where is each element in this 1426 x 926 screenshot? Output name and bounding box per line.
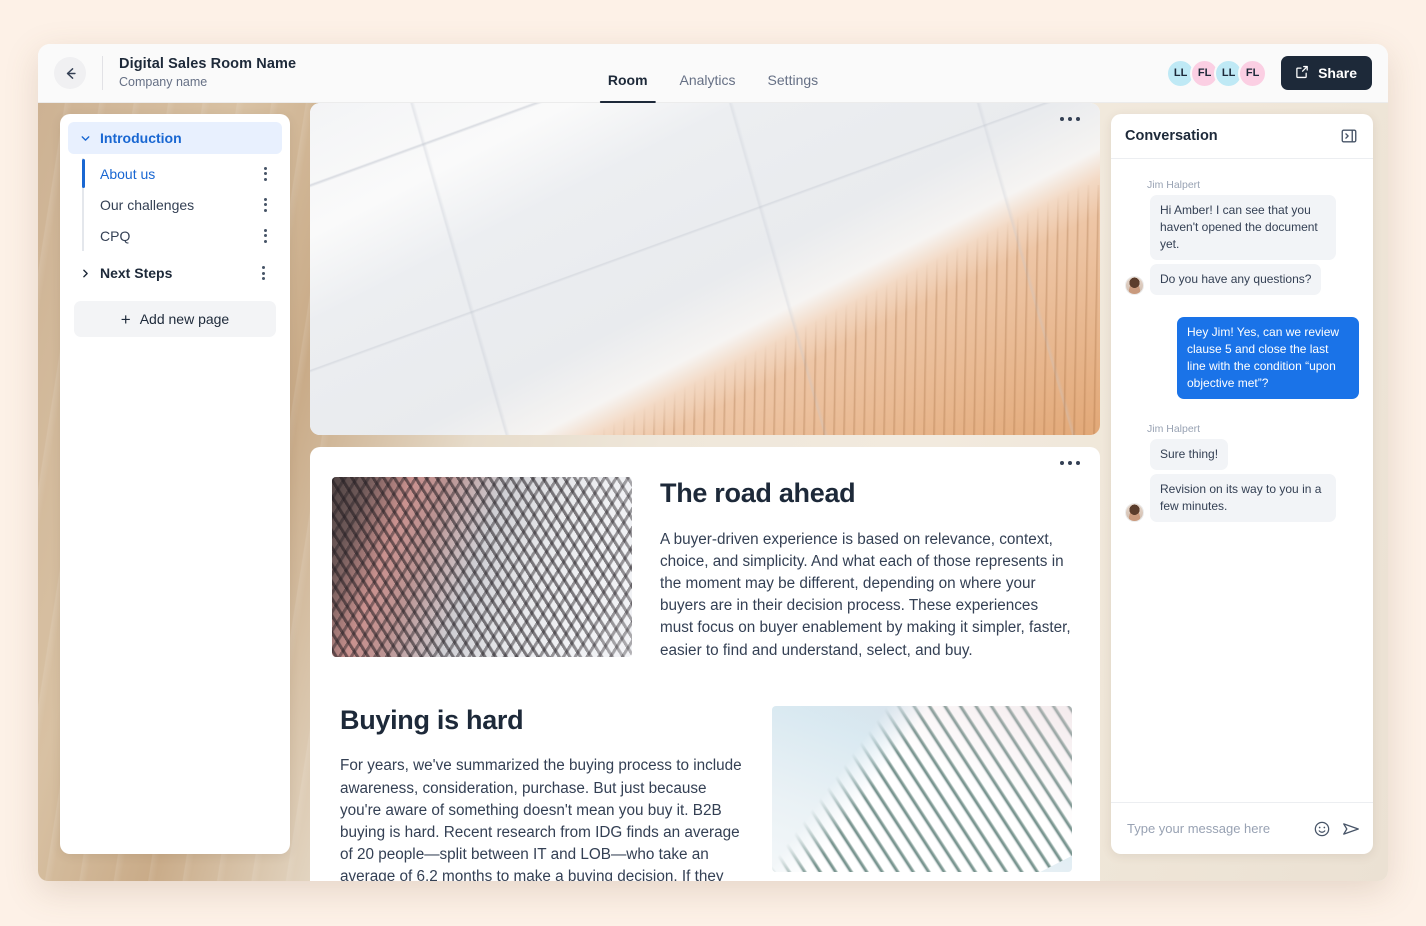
chevron-down-icon xyxy=(78,132,92,145)
arrow-left-icon xyxy=(62,65,79,82)
title-divider xyxy=(102,56,103,90)
sidebar-section-label: Introduction xyxy=(100,130,182,146)
message-bubble: Revision on its way to you in a few minu… xyxy=(1150,474,1336,523)
sidebar-subitems: About us Our challenges CPQ xyxy=(82,158,282,251)
sidebar-item-label: About us xyxy=(100,165,156,182)
emoji-smiley-icon[interactable] xyxy=(1311,818,1332,840)
message-bubble: Hi Amber! I can see that you haven't ope… xyxy=(1150,195,1336,261)
sidebar-item-label: Our challenges xyxy=(100,196,195,213)
section-image-ribs xyxy=(772,705,1072,872)
message-row: Hi Amber! I can see that you haven't ope… xyxy=(1125,195,1359,261)
share-button[interactable]: Share xyxy=(1281,56,1372,90)
page-title: Digital Sales Room Name xyxy=(119,56,297,72)
tab-room[interactable]: Room xyxy=(592,73,664,103)
message-row: Do you have any questions? xyxy=(1125,264,1359,296)
share-button-label: Share xyxy=(1318,65,1357,81)
message-row: Hey Jim! Yes, can we review clause 5 and… xyxy=(1125,317,1359,400)
message-bubble: Sure thing! xyxy=(1150,439,1229,471)
document-card: The road ahead A buyer-driven experience… xyxy=(310,447,1100,881)
send-icon[interactable] xyxy=(1340,818,1361,840)
message-input[interactable] xyxy=(1127,821,1303,836)
sidebar-item-about-us[interactable]: About us xyxy=(82,158,282,189)
sidebar: Introduction About us Our challenges CPQ xyxy=(60,114,290,854)
message-row: Revision on its way to you in a few minu… xyxy=(1125,474,1359,523)
message-sender: Jim Halpert xyxy=(1147,179,1201,191)
conversation-input-bar xyxy=(1111,802,1373,854)
conversation-header: Conversation xyxy=(1111,114,1373,159)
sidebar-section-introduction[interactable]: Introduction xyxy=(68,122,282,154)
sidebar-section-label: Next Steps xyxy=(100,265,173,281)
hero-image-card xyxy=(310,103,1100,435)
top-bar-right: LL FL LL FL Share xyxy=(1166,56,1372,90)
company-name: Company name xyxy=(119,75,208,90)
avatar-group: LL FL LL FL xyxy=(1166,58,1268,88)
conversation-panel: Conversation Jim Halpert Hi Amber! I can… xyxy=(1111,114,1373,854)
tab-analytics[interactable]: Analytics xyxy=(664,73,752,103)
avatar[interactable]: FL xyxy=(1238,58,1268,88)
hero-image-slats xyxy=(310,185,1100,435)
section-more-options-icon[interactable] xyxy=(1060,461,1080,465)
plus-icon: + xyxy=(120,309,131,329)
avatar xyxy=(1125,503,1144,523)
main-tabs: Room Analytics Settings xyxy=(592,44,834,103)
section-body: A buyer-driven experience is based on re… xyxy=(660,530,1071,659)
back-button[interactable] xyxy=(54,57,86,89)
more-options-icon[interactable] xyxy=(254,262,272,284)
message-sender: Jim Halpert xyxy=(1147,423,1201,436)
section-buying-is-hard: Buying is hard For years, we've summariz… xyxy=(332,704,1072,881)
top-bar: Digital Sales Room Name Company name Roo… xyxy=(38,44,1388,103)
message-group: Jim Halpert Hi Amber! I can see that you… xyxy=(1125,179,1359,296)
main-content[interactable]: The road ahead A buyer-driven experience… xyxy=(310,103,1100,881)
section-title: The road ahead xyxy=(660,478,856,508)
avatar-spacer xyxy=(1125,241,1144,260)
message-row: Sure thing! xyxy=(1125,439,1359,471)
share-icon xyxy=(1294,64,1310,83)
more-options-icon[interactable] xyxy=(256,163,274,185)
sidebar-item-our-challenges[interactable]: Our challenges xyxy=(84,189,282,220)
section-road-ahead: The road ahead A buyer-driven experience… xyxy=(332,477,1072,662)
avatar-spacer xyxy=(1125,451,1144,470)
add-new-page-button[interactable]: + Add new page xyxy=(74,301,276,337)
message-group: Jim Halpert Sure thing! Revision on its … xyxy=(1125,423,1359,523)
more-options-icon[interactable] xyxy=(256,194,274,216)
sidebar-item-cpq[interactable]: CPQ xyxy=(84,220,282,251)
room-title-group: Digital Sales Room Name Company name xyxy=(119,55,296,91)
app-body: Introduction About us Our challenges CPQ xyxy=(38,103,1388,881)
avatar xyxy=(1125,276,1144,296)
app-window: Digital Sales Room Name Company name Roo… xyxy=(38,44,1388,881)
tab-settings[interactable]: Settings xyxy=(752,73,835,103)
chevron-right-icon xyxy=(78,267,92,280)
sidebar-section-next-steps[interactable]: Next Steps xyxy=(68,257,282,289)
section-title: Buying is hard xyxy=(340,704,524,735)
section-body: For years, we've summarized the buying p… xyxy=(340,757,742,881)
message-bubble: Hey Jim! Yes, can we review clause 5 and… xyxy=(1177,317,1359,400)
conversation-title: Conversation xyxy=(1125,128,1218,144)
hero-image xyxy=(310,103,1100,435)
more-options-icon[interactable] xyxy=(256,225,274,247)
sidebar-item-label: CPQ xyxy=(100,227,131,244)
conversation-messages: Jim Halpert Hi Amber! I can see that you… xyxy=(1111,159,1373,802)
message-group: Hey Jim! Yes, can we review clause 5 and… xyxy=(1125,317,1359,400)
message-bubble: Do you have any questions? xyxy=(1150,264,1322,296)
hero-more-options-icon[interactable] xyxy=(1060,117,1080,121)
add-new-page-label: Add new page xyxy=(139,311,230,327)
section-image-mesh xyxy=(332,477,632,657)
section-text: Buying is hard For years, we've summariz… xyxy=(340,704,742,881)
section-text: The road ahead A buyer-driven experience… xyxy=(660,477,1072,662)
collapse-panel-icon[interactable] xyxy=(1339,126,1359,146)
